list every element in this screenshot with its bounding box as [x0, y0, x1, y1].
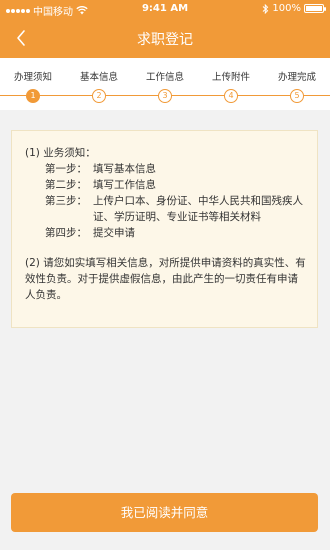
progress-steps: 办理须知 1 基本信息 2 工作信息 3 上传附件 4 办理完成 5: [0, 58, 330, 110]
page-title: 求职登记: [137, 32, 193, 48]
notice-step-row: 第二步： 填写工作信息: [45, 179, 156, 191]
step-work-info[interactable]: 工作信息 3: [132, 58, 198, 110]
bluetooth-icon: [263, 3, 269, 14]
notice-step-row: 第一步： 填写基本信息: [45, 163, 156, 175]
notice-card: (1) 业务须知： 第一步： 填写基本信息 第二步： 填写工作信息 第三步： 上…: [11, 130, 318, 328]
step-upload[interactable]: 上传附件 4: [198, 58, 264, 110]
nav-bar: 求职登记: [0, 18, 330, 58]
step-number: 5: [290, 89, 304, 103]
agree-button[interactable]: 我已阅读并同意: [11, 493, 318, 532]
step-number: 4: [224, 89, 238, 103]
step-complete[interactable]: 办理完成 5: [264, 58, 330, 110]
step-notice[interactable]: 办理须知 1: [0, 58, 66, 110]
battery-percent: 100%: [272, 3, 301, 14]
header-bar: 中国移动 9:41 AM 100% 求职登记: [0, 0, 330, 58]
status-bar: 中国移动 9:41 AM 100%: [0, 0, 330, 18]
notice-disclaimer: (2) 请您如实填写相关信息，对所提供申请资料的真实性、有效性负责。对于提供虚假…: [25, 257, 306, 301]
step-number: 1: [26, 89, 40, 103]
notice-section-title: (1) 业务须知：: [25, 147, 96, 159]
step-basic-info[interactable]: 基本信息 2: [66, 58, 132, 110]
notice-step-row: 第四步： 提交申请: [45, 227, 135, 239]
battery-icon: [304, 4, 326, 13]
step-number: 3: [158, 89, 172, 103]
notice-step-row: 第三步： 上传户口本、身份证、中华人民共和国残疾人证、学历证明、专业证书等相关材…: [45, 195, 303, 223]
step-number: 2: [92, 89, 106, 103]
